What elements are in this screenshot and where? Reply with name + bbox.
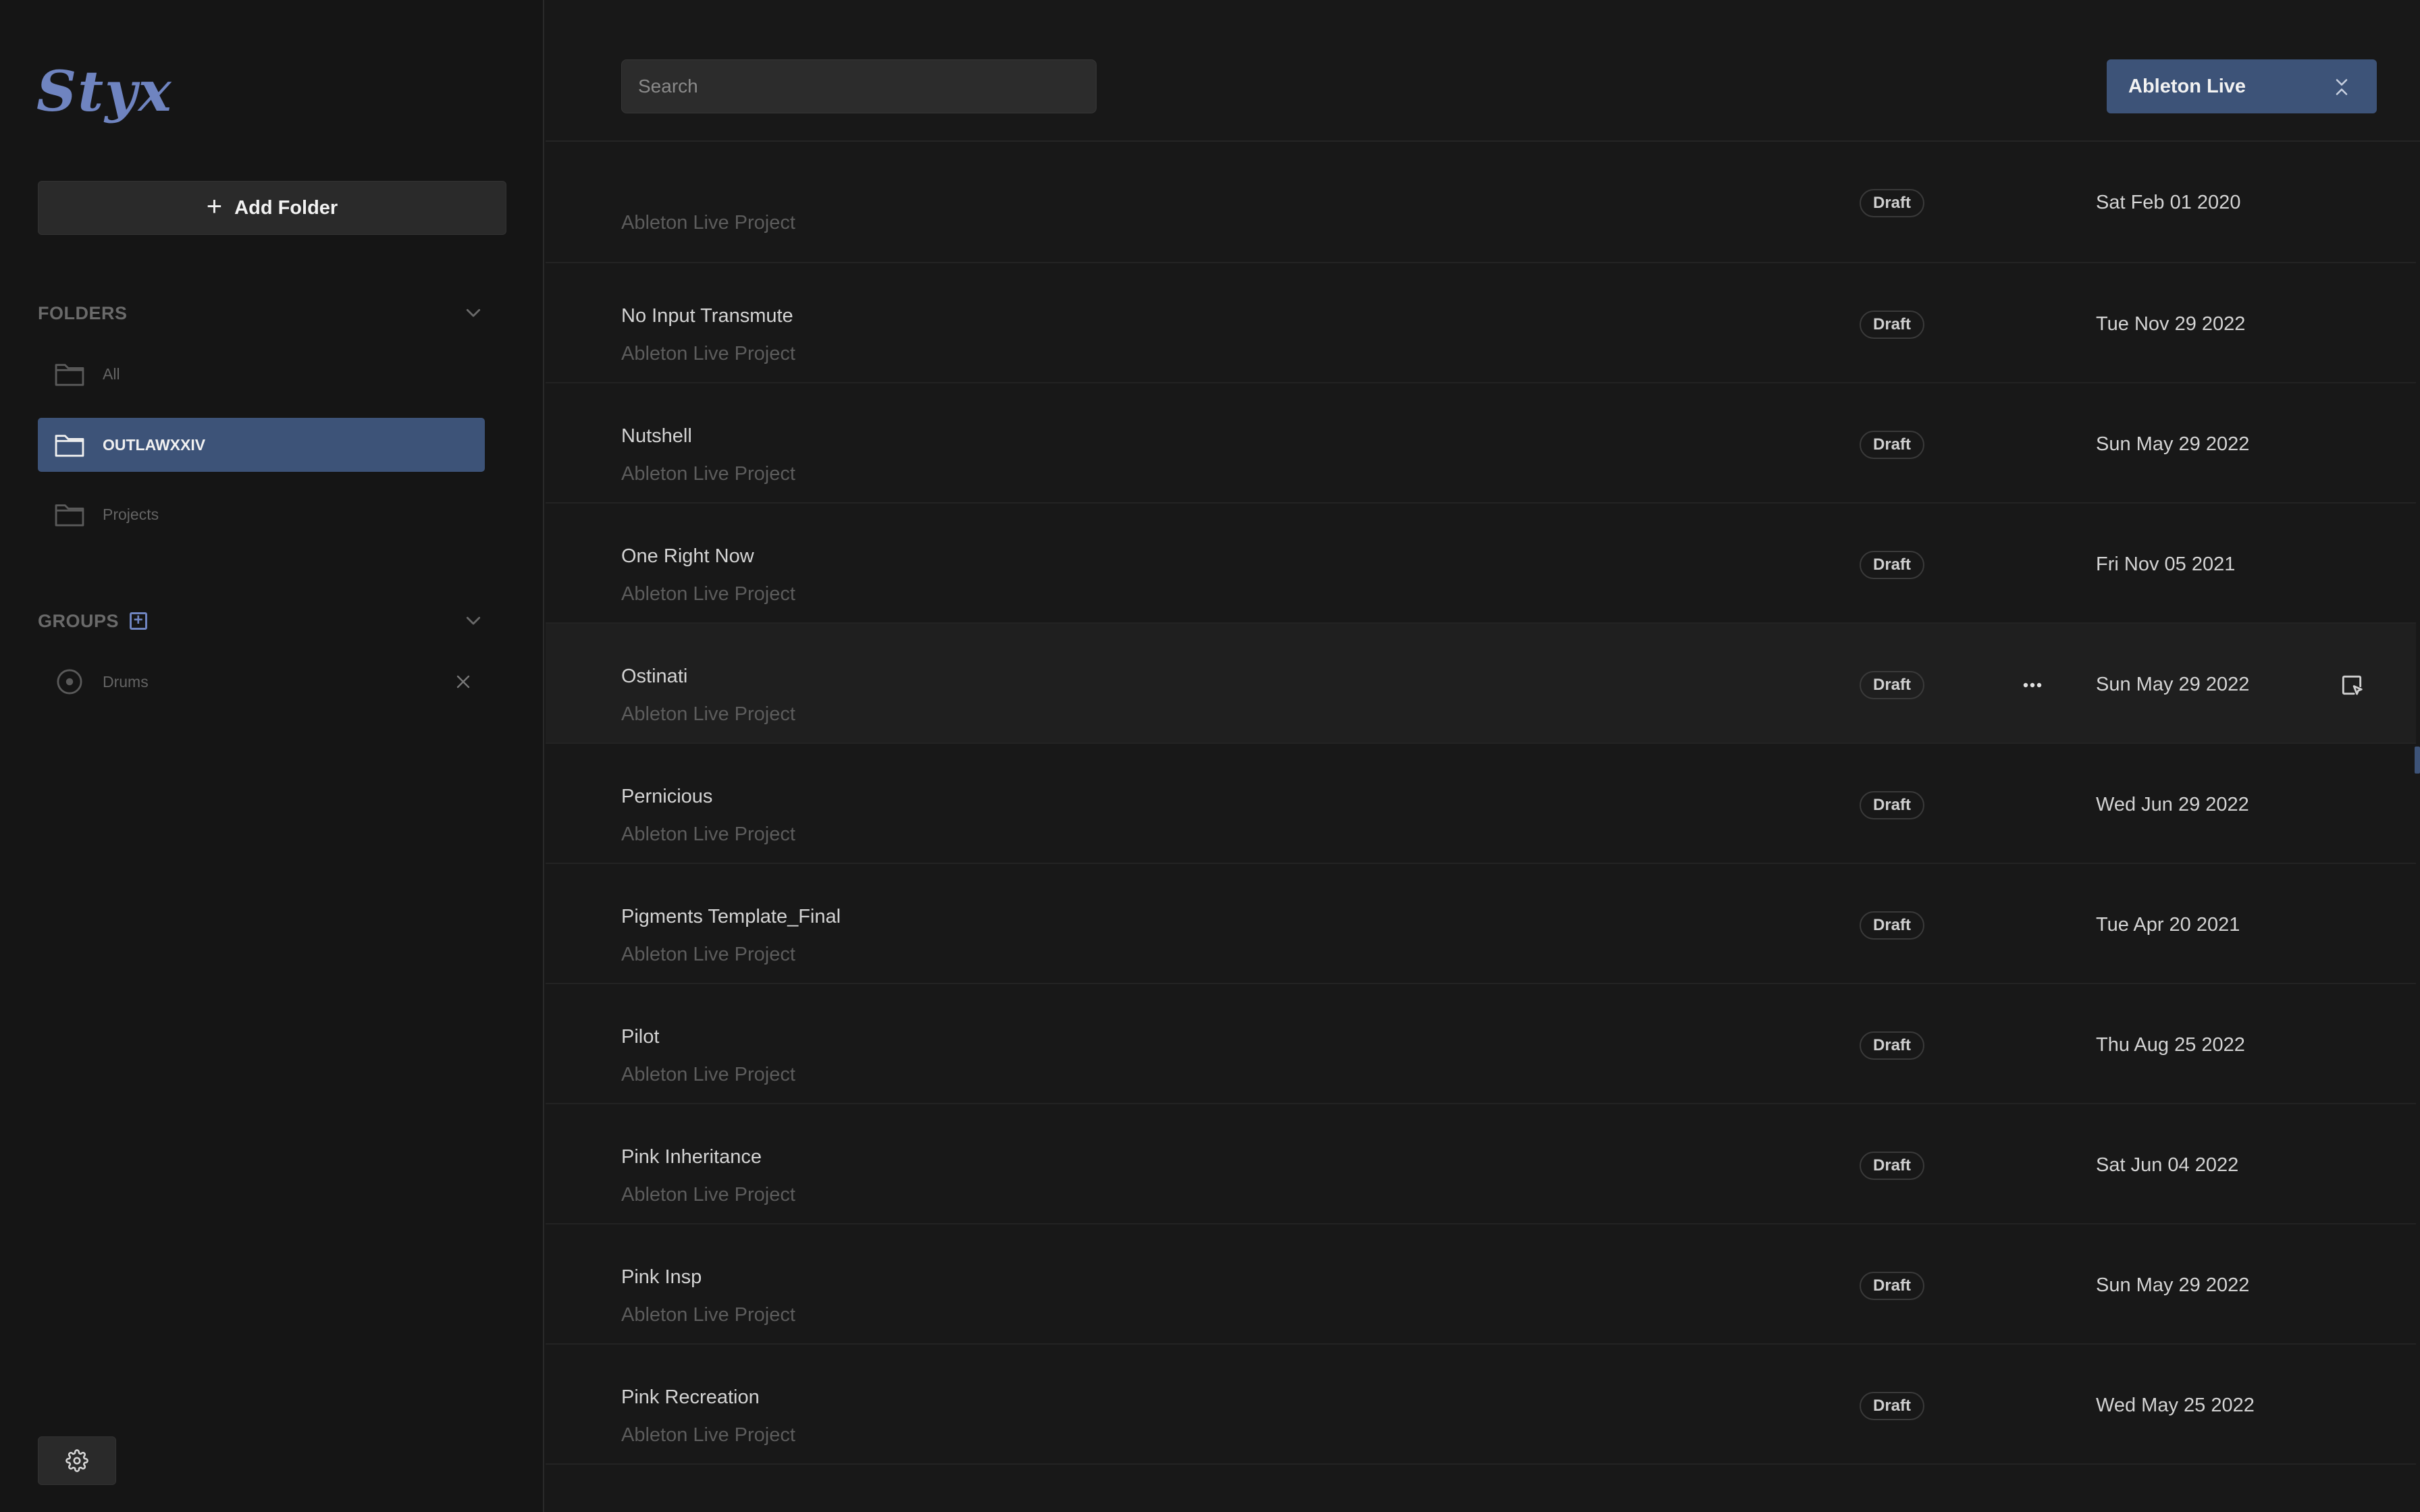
project-type: Ableton Live Project <box>621 1424 795 1446</box>
folder-label: All <box>103 364 120 383</box>
table-row[interactable]: Pink Recreation Ableton Live Project Dra… <box>546 1345 2416 1465</box>
project-list: Ableton Live Project Draft Sat Feb 01 20… <box>546 142 2416 1465</box>
project-name: Ostinati <box>621 666 688 687</box>
project-name: Pink Inheritance <box>621 1146 762 1168</box>
disc-icon <box>57 669 82 695</box>
status-badge: Draft <box>1860 431 1925 459</box>
app-logo: Styx <box>36 59 173 124</box>
project-type: Ableton Live Project <box>621 343 795 364</box>
status-badge: Draft <box>1860 551 1925 579</box>
daw-select[interactable]: Ableton Live <box>2107 59 2377 113</box>
status-badge: Draft <box>1860 310 1925 339</box>
more-options-icon[interactable] <box>2018 675 2047 695</box>
project-type: Ableton Live Project <box>621 583 795 605</box>
table-row[interactable]: Ostinati Ableton Live Project Draft Sun … <box>546 624 2416 744</box>
project-type: Ableton Live Project <box>621 1184 795 1206</box>
search-input[interactable] <box>621 59 1097 113</box>
status-badge: Draft <box>1860 1031 1925 1060</box>
project-date: Sat Jun 04 2022 <box>2096 1154 2239 1176</box>
daw-select-value: Ableton Live <box>2128 75 2246 97</box>
main-content: Ableton Live Ableton Live Project Draft … <box>546 0 2420 1512</box>
settings-button[interactable] <box>38 1436 116 1485</box>
status-badge: Draft <box>1860 791 1925 819</box>
folder-label: OUTLAWXXIV <box>103 435 206 454</box>
project-type: Ableton Live Project <box>621 1064 795 1085</box>
project-type: Ableton Live Project <box>621 212 795 234</box>
status-badge: Draft <box>1860 671 1925 699</box>
project-date: Sun May 29 2022 <box>2096 433 2250 455</box>
group-label: Drums <box>103 672 149 691</box>
table-row[interactable]: One Right Now Ableton Live Project Draft… <box>546 504 2416 624</box>
plus-icon: + <box>206 192 223 221</box>
project-name: No Input Transmute <box>621 305 793 327</box>
chevron-down-icon[interactable] <box>463 302 483 323</box>
project-date: Tue Apr 20 2021 <box>2096 914 2240 936</box>
close-icon[interactable] <box>455 674 471 690</box>
sidebar: Styx + Add Folder FOLDERS All OUTLAWXXIV… <box>0 0 544 1512</box>
project-date: Wed May 25 2022 <box>2096 1395 2255 1416</box>
groups-heading: GROUPS + <box>38 608 483 634</box>
table-row[interactable]: Ableton Live Project Draft Sat Feb 01 20… <box>546 142 2416 263</box>
chevron-down-icon[interactable] <box>463 610 483 630</box>
gear-icon <box>65 1449 88 1472</box>
project-name: Nutshell <box>621 425 692 447</box>
chevron-up-down-icon <box>2336 79 2348 95</box>
folder-label: Projects <box>103 505 159 523</box>
table-row[interactable]: No Input Transmute Ableton Live Project … <box>546 263 2416 383</box>
project-type: Ableton Live Project <box>621 463 795 485</box>
folder-icon <box>55 364 84 386</box>
table-row[interactable]: Pernicious Ableton Live Project Draft We… <box>546 744 2416 864</box>
table-row[interactable]: Pink Insp Ableton Live Project Draft Sun… <box>546 1224 2416 1345</box>
project-date: Sun May 29 2022 <box>2096 1274 2250 1296</box>
project-name: Pilot <box>621 1026 660 1048</box>
table-row[interactable]: Pink Inheritance Ableton Live Project Dr… <box>546 1104 2416 1224</box>
folder-item-projects[interactable]: Projects <box>38 487 485 541</box>
status-badge: Draft <box>1860 1392 1925 1420</box>
table-row[interactable]: Pigments Template_Final Ableton Live Pro… <box>546 864 2416 984</box>
project-name: Pink Recreation <box>621 1386 760 1408</box>
project-date: Thu Aug 25 2022 <box>2096 1034 2245 1056</box>
project-date: Tue Nov 29 2022 <box>2096 313 2246 335</box>
project-type: Ableton Live Project <box>621 824 795 845</box>
project-name: Pink Insp <box>621 1266 702 1288</box>
table-row[interactable]: Nutshell Ableton Live Project Draft Sun … <box>546 383 2416 504</box>
status-badge: Draft <box>1860 911 1925 940</box>
add-folder-label: Add Folder <box>234 196 338 219</box>
open-project-icon[interactable] <box>2339 672 2365 698</box>
folders-heading: FOLDERS <box>38 300 483 327</box>
groups-heading-label: GROUPS <box>38 610 120 631</box>
project-name: One Right Now <box>621 545 754 567</box>
folder-item-all[interactable]: All <box>38 347 485 401</box>
project-date: Fri Nov 05 2021 <box>2096 554 2236 575</box>
add-group-icon[interactable]: + <box>130 612 148 630</box>
project-type: Ableton Live Project <box>621 1304 795 1326</box>
folders-heading-label: FOLDERS <box>38 302 128 323</box>
project-date: Sat Feb 01 2020 <box>2096 192 2241 213</box>
group-item-drums[interactable]: Drums <box>38 655 485 709</box>
project-name: Pigments Template_Final <box>621 906 841 927</box>
folder-icon <box>55 504 84 526</box>
project-date: Wed Jun 29 2022 <box>2096 794 2249 815</box>
add-folder-button[interactable]: + Add Folder <box>38 181 506 235</box>
top-toolbar: Ableton Live <box>546 0 2420 142</box>
status-badge: Draft <box>1860 1152 1925 1180</box>
table-row[interactable]: Pilot Ableton Live Project Draft Thu Aug… <box>546 984 2416 1104</box>
project-type: Ableton Live Project <box>621 703 795 725</box>
project-name: Pernicious <box>621 786 713 807</box>
status-badge: Draft <box>1860 1272 1925 1300</box>
scrollbar-thumb[interactable] <box>2415 747 2420 774</box>
folder-icon <box>55 435 84 457</box>
project-date: Sun May 29 2022 <box>2096 674 2250 695</box>
project-type: Ableton Live Project <box>621 944 795 965</box>
folder-item-outlawxxiv[interactable]: OUTLAWXXIV <box>38 418 485 472</box>
status-badge: Draft <box>1860 189 1925 217</box>
